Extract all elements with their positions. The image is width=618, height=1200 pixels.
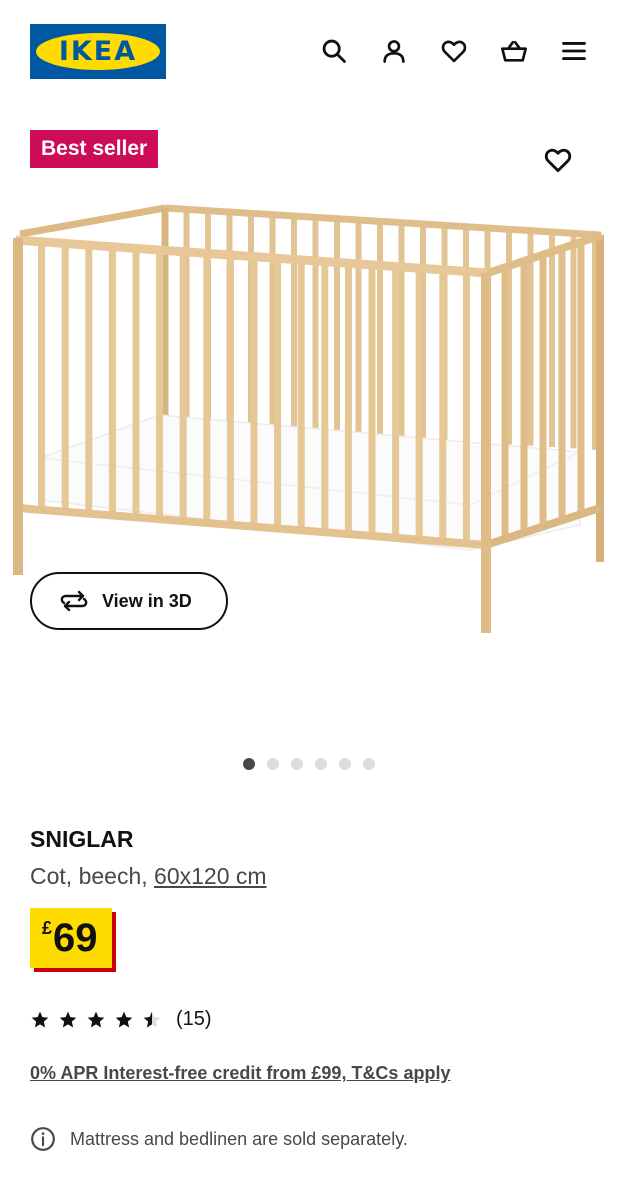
review-count: (15) (176, 1008, 212, 1030)
star-full-icon (31, 1011, 49, 1027)
credit-offer-link[interactable]: 0% APR Interest-free credit from £99, T&… (30, 1063, 450, 1084)
product-measurement-link[interactable]: 60x120 cm (154, 863, 267, 889)
rating-stars (30, 1010, 162, 1030)
logo-text: IKEA (58, 36, 138, 67)
image-carousel-dots (243, 758, 375, 770)
basket-icon[interactable] (499, 36, 529, 66)
rotate-3d-icon (60, 590, 88, 612)
account-icon[interactable] (379, 36, 409, 66)
heart-icon[interactable] (439, 36, 469, 66)
logo-oval: IKEA (36, 33, 160, 70)
add-to-favourites-icon[interactable] (540, 142, 576, 178)
info-note-text: Mattress and bedlinen are sold separatel… (70, 1128, 408, 1149)
star-full-icon (59, 1011, 77, 1027)
ikea-logo[interactable]: IKEA (30, 24, 166, 79)
product-name: SNIGLAR (30, 826, 134, 852)
product-description: Cot, beech, 60x120 cm (30, 863, 267, 890)
price-amount: 69 (53, 916, 98, 960)
carousel-dot-4[interactable] (315, 758, 327, 770)
info-note: Mattress and bedlinen are sold separatel… (30, 1126, 408, 1152)
star-full-icon (87, 1011, 105, 1027)
view-in-3d-button[interactable]: View in 3D (30, 572, 228, 630)
site-header: IKEA (0, 0, 618, 100)
carousel-dot-6[interactable] (363, 758, 375, 770)
star-full-icon (115, 1011, 133, 1027)
carousel-dot-1[interactable] (243, 758, 255, 770)
product-rating[interactable]: (15) (30, 1008, 212, 1031)
carousel-dot-3[interactable] (291, 758, 303, 770)
menu-icon[interactable] (559, 36, 589, 66)
best-seller-badge: Best seller (30, 130, 159, 168)
price-tag: £ 69 (30, 908, 112, 968)
view-in-3d-label: View in 3D (102, 590, 192, 611)
star-half-icon (143, 1011, 161, 1027)
carousel-dot-5[interactable] (339, 758, 351, 770)
info-icon (31, 1127, 55, 1151)
carousel-dot-2[interactable] (267, 758, 279, 770)
price-currency: £ (42, 918, 53, 938)
search-icon[interactable] (319, 36, 349, 66)
product-type: Cot, beech, (30, 863, 155, 889)
